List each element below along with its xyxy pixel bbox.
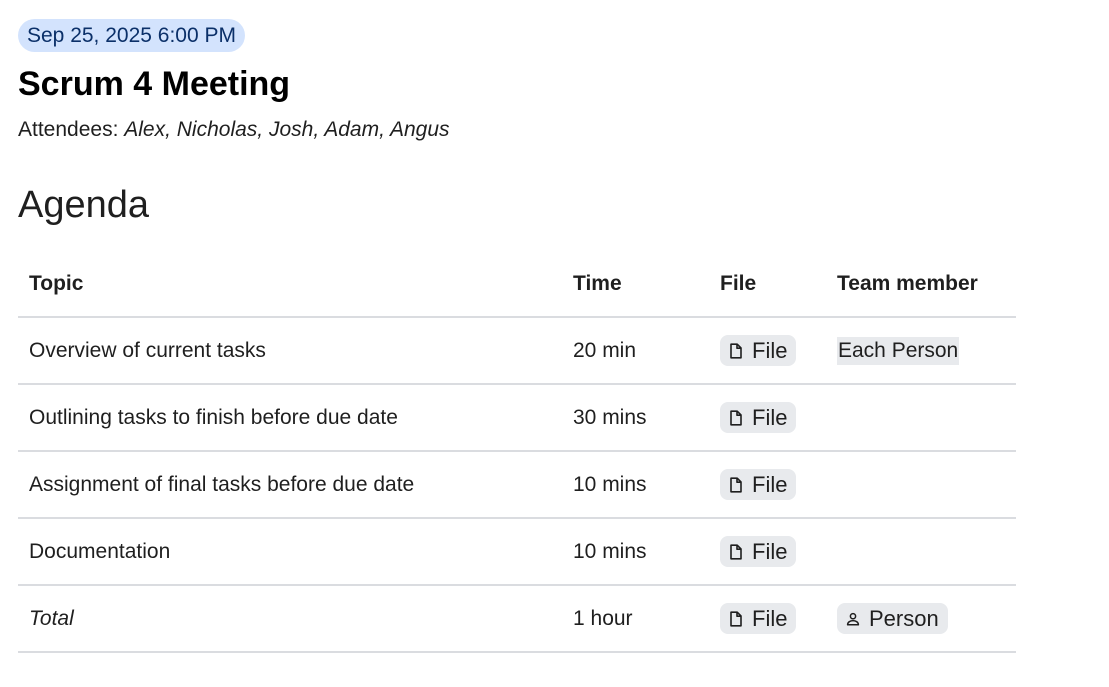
- meeting-notes-page: Sep 25, 2025 6:00 PM Scrum 4 Meeting Att…: [18, 19, 1018, 653]
- file-chip[interactable]: File: [720, 536, 797, 567]
- agenda-table: Topic Time File Team member Overview of …: [18, 252, 1016, 653]
- file-cell: File: [709, 451, 826, 519]
- member-cell[interactable]: Each Person: [826, 317, 1016, 385]
- topic-cell[interactable]: Total: [18, 585, 562, 653]
- file-chip-label: File: [752, 405, 788, 430]
- person-chip[interactable]: Person: [837, 603, 948, 634]
- column-header-time: Time: [562, 252, 709, 318]
- column-header-team-member: Team member: [826, 252, 1016, 318]
- member-cell: Person: [826, 585, 1016, 653]
- time-cell[interactable]: 30 mins: [562, 384, 709, 452]
- table-row: Documentation 10 mins File: [18, 518, 1016, 586]
- member-cell[interactable]: [826, 518, 1016, 586]
- member-cell[interactable]: [826, 451, 1016, 519]
- member-cell[interactable]: [826, 384, 1016, 452]
- file-icon: [728, 476, 744, 493]
- date-chip[interactable]: Sep 25, 2025 6:00 PM: [18, 19, 245, 52]
- file-chip-label: File: [752, 539, 788, 564]
- topic-cell[interactable]: Documentation: [18, 518, 562, 586]
- file-chip-label: File: [752, 338, 788, 363]
- column-header-file: File: [709, 252, 826, 318]
- time-cell[interactable]: 1 hour: [562, 585, 709, 653]
- time-cell[interactable]: 10 mins: [562, 451, 709, 519]
- file-chip[interactable]: File: [720, 603, 797, 634]
- table-row-total: Total 1 hour File Person: [18, 585, 1016, 653]
- file-cell: File: [709, 585, 826, 653]
- table-header-row: Topic Time File Team member: [18, 252, 1016, 318]
- topic-cell[interactable]: Outlining tasks to finish before due dat…: [18, 384, 562, 452]
- file-chip[interactable]: File: [720, 469, 797, 500]
- table-row: Assignment of final tasks before due dat…: [18, 451, 1016, 519]
- file-icon: [728, 543, 744, 560]
- member-text: Each Person: [837, 336, 960, 365]
- file-cell: File: [709, 317, 826, 385]
- attendees-names: Alex, Nicholas, Josh, Adam, Angus: [124, 118, 450, 141]
- topic-cell[interactable]: Overview of current tasks: [18, 317, 562, 385]
- file-chip[interactable]: File: [720, 335, 797, 366]
- agenda-heading: Agenda: [18, 184, 150, 226]
- meeting-title: Scrum 4 Meeting: [18, 65, 291, 103]
- column-header-topic: Topic: [18, 252, 562, 318]
- person-icon: [845, 611, 861, 627]
- file-cell: File: [709, 384, 826, 452]
- time-cell[interactable]: 10 mins: [562, 518, 709, 586]
- attendees-line: Attendees: Alex, Nicholas, Josh, Adam, A…: [18, 116, 1018, 144]
- file-chip[interactable]: File: [720, 402, 797, 433]
- attendees-label: Attendees:: [18, 118, 119, 141]
- file-chip-label: File: [752, 472, 788, 497]
- file-chip-label: File: [752, 606, 788, 631]
- person-chip-label: Person: [869, 606, 939, 631]
- table-row: Overview of current tasks 20 min File Ea…: [18, 317, 1016, 385]
- time-cell[interactable]: 20 min: [562, 317, 709, 385]
- file-icon: [728, 610, 744, 627]
- file-cell: File: [709, 518, 826, 586]
- table-row: Outlining tasks to finish before due dat…: [18, 384, 1016, 452]
- topic-cell[interactable]: Assignment of final tasks before due dat…: [18, 451, 562, 519]
- file-icon: [728, 342, 744, 359]
- file-icon: [728, 409, 744, 426]
